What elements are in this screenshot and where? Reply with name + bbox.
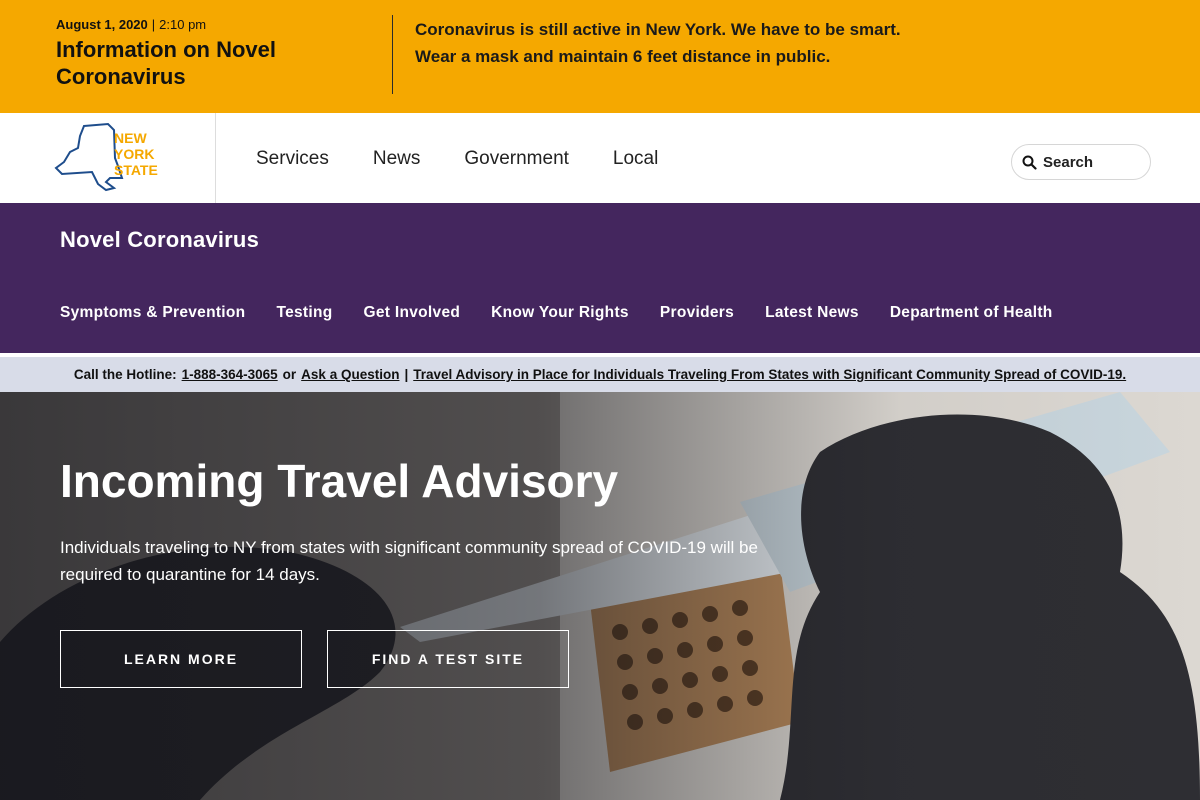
search-box[interactable] <box>1011 144 1151 180</box>
logo-text-new: NEW <box>114 130 147 146</box>
logo-text-york: YORK <box>114 146 154 162</box>
logo-text-state: STATE <box>114 162 158 178</box>
section-nav: Symptoms & Prevention Testing Get Involv… <box>60 304 1053 322</box>
alert-date: August 1, 2020 <box>56 17 148 32</box>
hero-title: Incoming Travel Advisory <box>60 455 619 507</box>
alert-time: 2:10 pm <box>159 17 207 32</box>
alert-message: Coronavirus is still active in New York.… <box>415 16 1115 70</box>
main-nav: Services News Government Local <box>256 148 658 170</box>
hotline-divider: | <box>404 367 409 382</box>
find-test-site-button[interactable]: FIND A TEST SITE <box>327 630 569 688</box>
section-nav-doh[interactable]: Department of Health <box>890 304 1053 322</box>
travel-advisory-link[interactable]: Travel Advisory in Place for Individuals… <box>413 367 1126 382</box>
hero-description: Individuals traveling to NY from states … <box>60 538 758 584</box>
search-input[interactable] <box>1043 153 1138 171</box>
nav-local[interactable]: Local <box>613 148 658 170</box>
ny-state-logo: NEW YORK STATE <box>54 122 158 192</box>
alert-message-line: Wear a mask and maintain 6 feet distance… <box>415 47 831 66</box>
search-icon[interactable] <box>1022 155 1037 170</box>
section-title[interactable]: Novel Coronavirus <box>60 227 259 253</box>
hotline-phone-link[interactable]: 1-888-364-3065 <box>182 367 278 382</box>
section-nav-providers[interactable]: Providers <box>660 304 734 322</box>
alert-separator: | <box>151 17 156 32</box>
nav-news[interactable]: News <box>373 148 421 170</box>
hotline-label: Call the Hotline: <box>73 367 177 382</box>
hero: Incoming Travel Advisory Individuals tra… <box>0 392 1200 800</box>
alert-divider <box>392 15 393 94</box>
section-nav-testing[interactable]: Testing <box>276 304 332 322</box>
section-header: Novel Coronavirus Symptoms & Prevention … <box>0 203 1200 353</box>
ask-question-link[interactable]: Ask a Question <box>301 367 399 382</box>
alert-timestamp: August 1, 2020 | 2:10 pm <box>56 17 376 32</box>
learn-more-button[interactable]: LEARN MORE <box>60 630 302 688</box>
section-nav-rights[interactable]: Know Your Rights <box>491 304 629 322</box>
section-nav-get-involved[interactable]: Get Involved <box>364 304 461 322</box>
hotline-bar: Call the Hotline: 1-888-364-3065 or Ask … <box>0 357 1200 392</box>
alert-banner: August 1, 2020 | 2:10 pm Information on No… <box>0 0 1200 113</box>
alert-title[interactable]: Information on Novel Coronavirus <box>56 36 376 90</box>
nav-government[interactable]: Government <box>464 148 569 170</box>
hotline-or: or <box>282 367 297 382</box>
alert-info: August 1, 2020 | 2:10 pm Information on No… <box>56 17 376 90</box>
section-nav-latest-news[interactable]: Latest News <box>765 304 859 322</box>
nav-services[interactable]: Services <box>256 148 329 170</box>
logo-link[interactable]: NEW YORK STATE <box>0 113 216 203</box>
alert-message-line: Coronavirus is still active in New York.… <box>415 20 901 39</box>
section-nav-symptoms[interactable]: Symptoms & Prevention <box>60 304 245 322</box>
site-header: NEW YORK STATE Services News Government … <box>0 113 1200 203</box>
